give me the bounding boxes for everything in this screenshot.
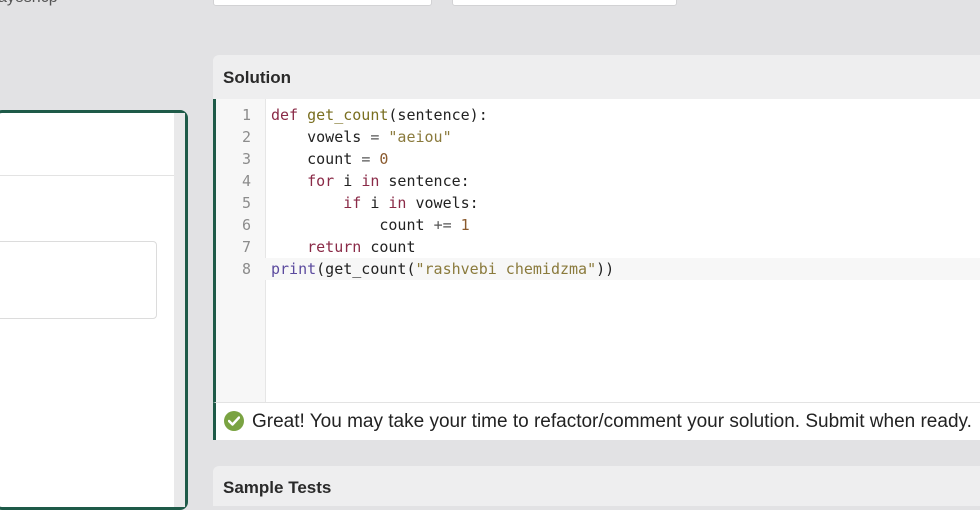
left-panel-divider: [0, 175, 174, 176]
check-circle-icon: [224, 411, 244, 431]
top-input-box-1[interactable]: [213, 0, 432, 6]
code-text: sentence:: [379, 172, 470, 190]
left-panel-scrollbar[interactable]: [174, 113, 185, 507]
code-keyword: return: [271, 238, 362, 256]
top-input-box-2[interactable]: [452, 0, 677, 6]
left-panel: [0, 110, 188, 510]
line-number: 6: [241, 216, 251, 234]
code-line[interactable]: 3 count = 0: [216, 148, 980, 170]
code-builtin: print: [271, 260, 317, 278]
line-number: 7: [241, 238, 251, 256]
line-number: 4: [241, 172, 251, 190]
code-text: (sentence):: [388, 106, 488, 124]
code-text: vowels:: [406, 194, 479, 212]
status-message: Great! You may take your time to refacto…: [252, 411, 972, 432]
code-editor[interactable]: 1 def get_count(sentence): 2 vowels = "a…: [213, 99, 980, 402]
code-keyword: for: [271, 172, 335, 190]
code-number: 0: [379, 150, 389, 168]
solution-title: Solution: [223, 68, 291, 87]
code-number: 1: [460, 216, 470, 234]
status-bar: Great! You may take your time to refacto…: [213, 402, 980, 440]
code-operator: =: [361, 150, 380, 168]
code-keyword: def: [271, 106, 308, 124]
sample-tests-header: Sample Tests: [213, 466, 980, 506]
code-keyword: if: [271, 194, 362, 212]
code-line[interactable]: 5 if i in vowels:: [216, 192, 980, 214]
truncated-header-label: ayesncp: [0, 0, 58, 7]
sample-tests-title: Sample Tests: [223, 478, 332, 497]
code-text: count: [271, 150, 362, 168]
left-panel-content-box: [0, 241, 157, 319]
code-line[interactable]: 4 for i in sentence:: [216, 170, 980, 192]
line-number: 8: [241, 260, 251, 278]
code-text: count: [271, 216, 434, 234]
code-keyword: in: [388, 194, 407, 212]
code-text: vowels: [271, 128, 371, 146]
code-line[interactable]: 2 vowels = "aeiou": [216, 126, 980, 148]
code-text: i: [361, 194, 389, 212]
code-text: (get_count(: [316, 260, 416, 278]
code-text: count: [361, 238, 416, 256]
code-line[interactable]: 7 return count: [216, 236, 980, 258]
code-line[interactable]: 1 def get_count(sentence):: [216, 104, 980, 126]
code-line[interactable]: 6 count += 1: [216, 214, 980, 236]
code-text: )): [596, 260, 615, 278]
code-operator: +=: [433, 216, 461, 234]
line-number: 2: [241, 128, 251, 146]
code-function-name: get_count: [307, 106, 389, 124]
line-number: 5: [241, 194, 251, 212]
line-number: 3: [241, 150, 251, 168]
solution-header: Solution: [213, 55, 980, 99]
code-operator: =: [370, 128, 389, 146]
code-string: "aeiou": [388, 128, 452, 146]
code-text: i: [334, 172, 362, 190]
code-string: "rashvebi chemidzma": [415, 260, 597, 278]
code-keyword: in: [361, 172, 380, 190]
code-line-active[interactable]: 8 print(get_count("rashvebi chemidzma")): [216, 258, 980, 280]
line-number: 1: [241, 106, 251, 124]
